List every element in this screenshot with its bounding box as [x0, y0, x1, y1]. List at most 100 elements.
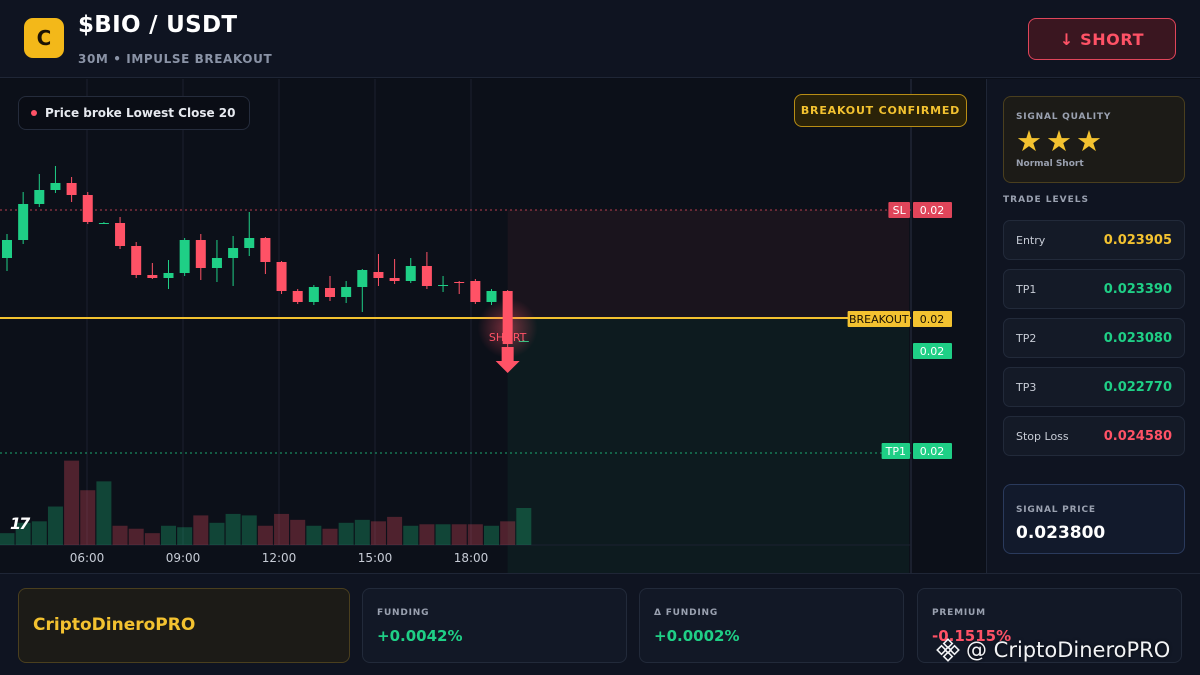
volume-bar — [306, 525, 322, 545]
level-row-tp3: TP3 0.022770 — [1003, 367, 1185, 407]
time-tick-label: 18:00 — [454, 551, 489, 565]
short-signal-label: SHORT — [489, 331, 527, 344]
volume-bar — [47, 506, 63, 545]
time-tick-label: 06:00 — [70, 551, 105, 565]
breakout-alert: Price broke Lowest Close 20 — [18, 96, 251, 130]
level-label: TP2 — [1016, 332, 1037, 345]
candle-body — [98, 223, 109, 224]
time-tick-label: 09:00 — [166, 551, 201, 565]
candle-body — [260, 238, 271, 262]
volume-bar — [209, 522, 225, 545]
volume-bar — [322, 528, 338, 545]
candle-body — [211, 258, 222, 268]
candle-body — [389, 278, 400, 281]
stat-label: FUNDING — [377, 608, 430, 618]
time-tick-label: 12:00 — [262, 551, 297, 565]
level-row-tp2: TP2 0.023080 — [1003, 318, 1185, 358]
candle-body — [373, 272, 384, 278]
signal-quality-card: SIGNAL QUALITY ★★★ Normal Short — [1003, 96, 1185, 183]
candle-body — [421, 266, 432, 286]
candle-body — [405, 266, 416, 281]
candle-body — [115, 223, 126, 246]
candle-body — [244, 238, 255, 248]
binance-logo-icon — [936, 638, 960, 662]
volume-bar — [435, 524, 451, 545]
alert-text: Price broke Lowest Close 20 — [45, 106, 236, 120]
level-value: 0.023080 — [1103, 331, 1172, 346]
signal-price-value: 0.023800 — [1016, 523, 1106, 543]
breakout-price-tag-value: 0.02 — [920, 313, 945, 326]
price-chart[interactable]: SHORT SL 0.02 BREAKOUT 0.02 0.02 TP1 0.02 06:0… — [0, 79, 985, 573]
candle-body — [486, 291, 497, 302]
brand-name: CriptoDineroPRO — [33, 615, 196, 635]
coin-logo: C — [24, 18, 64, 58]
volume-bar — [112, 525, 128, 545]
candle-body — [470, 281, 481, 302]
header: C $BIO / USDT 30M • IMPULSE BREAKOUT ↓ S… — [0, 0, 1200, 78]
candle-body — [341, 287, 352, 297]
stat-value: +0.0042% — [377, 627, 463, 645]
volume-bar — [274, 513, 290, 545]
delta-funding-card: Δ FUNDING +0.0002% — [639, 588, 904, 663]
candle-body — [228, 248, 239, 258]
candle-body — [276, 262, 287, 291]
tp1-price-tag-value: 0.02 — [920, 445, 945, 458]
volume-bar — [144, 533, 160, 545]
level-value: 0.024580 — [1103, 429, 1172, 444]
volume-bar — [80, 490, 96, 545]
level-label: TP1 — [1016, 283, 1037, 296]
volume-bar — [451, 524, 467, 545]
signal-price-title: SIGNAL PRICE — [1016, 505, 1096, 515]
sl-price-tag: SL 0.02 — [888, 202, 952, 218]
candle-body — [438, 285, 449, 286]
current-price-tag: 0.02 — [913, 343, 952, 359]
signal-panel: SIGNAL QUALITY ★★★ Normal Short TRADE LE… — [986, 79, 1200, 573]
stop-loss-zone — [507, 210, 909, 318]
tradingview-logo[interactable]: 17 — [10, 514, 30, 533]
star-rating-icon: ★★★ — [1016, 124, 1106, 158]
volume-bar — [161, 525, 176, 545]
candle-body — [325, 288, 335, 297]
candle-body — [454, 282, 465, 283]
level-value: 0.023905 — [1103, 233, 1172, 248]
breakout-price-tag: BREAKOUT 0.02 — [847, 311, 952, 327]
volume-bar — [370, 521, 386, 545]
level-value: 0.023390 — [1103, 282, 1172, 297]
level-label: TP3 — [1016, 381, 1037, 394]
breakout-confirmed-badge: BREAKOUT CONFIRMED — [794, 94, 967, 127]
volume-bar — [387, 516, 403, 545]
alert-dot-icon — [31, 110, 37, 116]
volume-bar — [257, 525, 273, 545]
signal-quality-title: SIGNAL QUALITY — [1016, 112, 1112, 122]
candlestick-chart: SHORT SL 0.02 BREAKOUT 0.02 0.02 TP1 0.02 06:0… — [0, 79, 952, 573]
level-row-stop-loss: Stop Loss 0.024580 — [1003, 416, 1185, 456]
candle-body — [82, 195, 93, 222]
volume-bar — [354, 519, 370, 545]
volume-bar — [290, 519, 306, 545]
level-value: 0.022770 — [1103, 380, 1172, 395]
candle-body — [34, 190, 45, 204]
volume-bar — [225, 513, 241, 545]
volume-bar — [0, 533, 15, 545]
volume-bar — [96, 481, 112, 545]
stat-label: PREMIUM — [932, 608, 986, 618]
time-tick-label: 15:00 — [358, 551, 393, 565]
level-label: Entry — [1016, 234, 1046, 247]
tp1-price-tag-label: TP1 — [885, 445, 906, 458]
volume-bar — [338, 522, 354, 545]
volume-bar — [500, 521, 516, 545]
sl-price-tag-label: SL — [893, 204, 907, 217]
candle-body — [357, 270, 368, 287]
candle-body — [195, 240, 206, 268]
volume-bar — [467, 524, 483, 545]
level-row-tp1: TP1 0.023390 — [1003, 269, 1185, 309]
candle-body — [179, 240, 190, 273]
candle-body — [308, 287, 319, 302]
short-button[interactable]: ↓ SHORT — [1028, 18, 1176, 60]
quality-note: Normal Short — [1016, 159, 1084, 169]
candle-body — [163, 273, 174, 278]
volume-bar — [64, 460, 80, 545]
candle-body — [50, 183, 61, 190]
volume-bar — [516, 508, 532, 545]
volume-bar — [241, 515, 257, 545]
